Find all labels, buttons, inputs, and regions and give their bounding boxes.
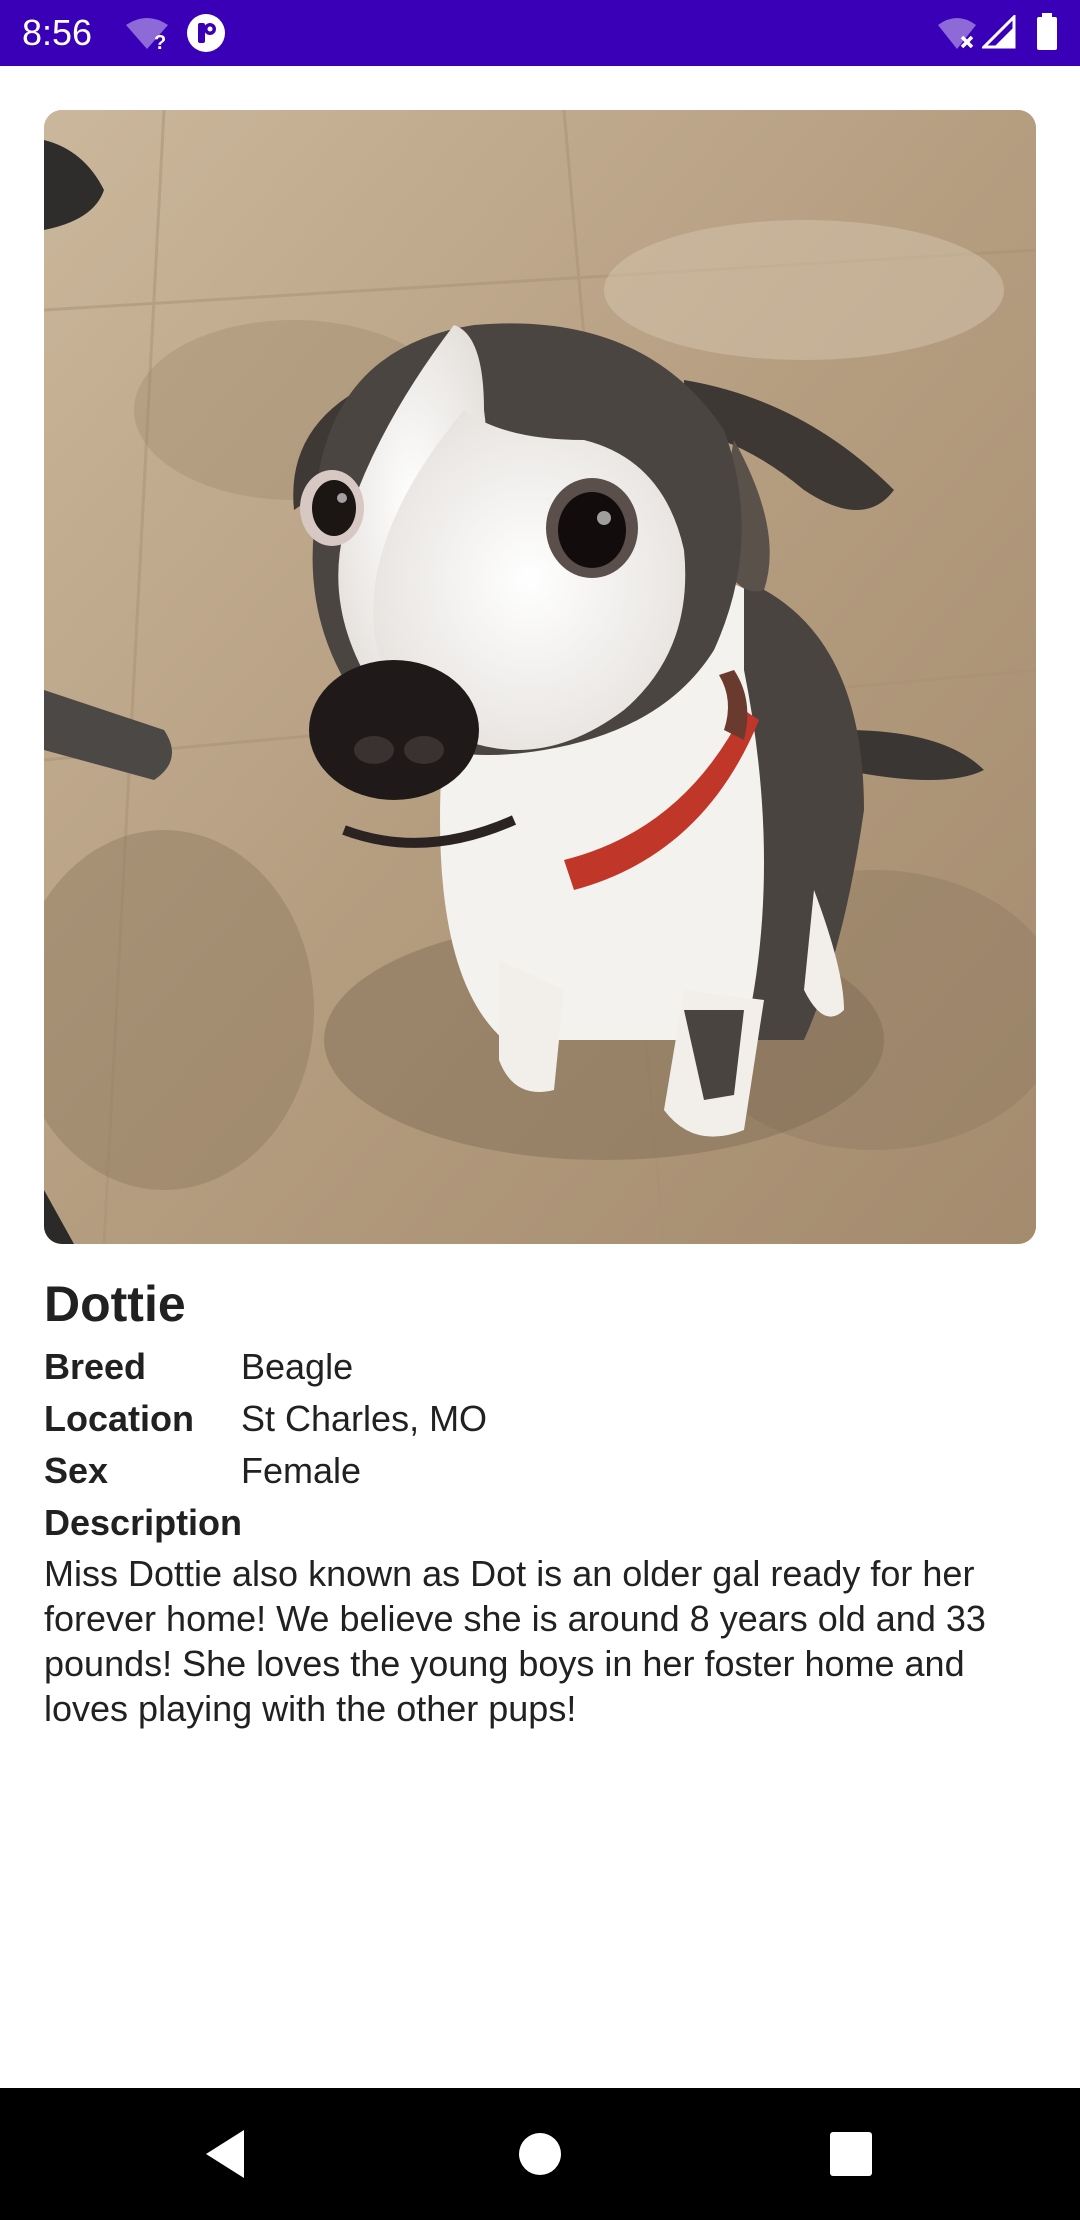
sex-value: Female <box>241 1450 362 1491</box>
pet-name: Dottie <box>44 1276 186 1332</box>
recents-icon[interactable] <box>820 2126 880 2182</box>
breed-value: Beagle <box>241 1346 354 1387</box>
pet-photo <box>44 110 1036 1244</box>
app-notification-icon <box>187 14 225 52</box>
sex-label: Sex <box>44 1450 109 1491</box>
description-label: Description <box>44 1502 243 1543</box>
breed-label: Breed <box>44 1346 147 1387</box>
svg-text:?: ? <box>154 32 166 51</box>
wifi-off-icon <box>938 18 976 49</box>
navigation-bar <box>0 2088 1080 2220</box>
wifi-question-icon: ? <box>126 18 168 51</box>
battery-icon <box>1037 13 1057 50</box>
home-icon[interactable] <box>514 2126 566 2182</box>
dog-photo <box>44 110 1036 1244</box>
cell-signal-icon <box>982 15 1016 49</box>
status-time: 8:56 <box>22 12 93 53</box>
location-label: Location <box>44 1398 194 1439</box>
back-icon[interactable] <box>200 2126 252 2182</box>
description-text: Miss Dottie also known as Dot is an olde… <box>44 1553 986 1729</box>
status-bar: 8:56 ? <box>0 0 1080 66</box>
location-value: St Charles, MO <box>241 1398 488 1439</box>
